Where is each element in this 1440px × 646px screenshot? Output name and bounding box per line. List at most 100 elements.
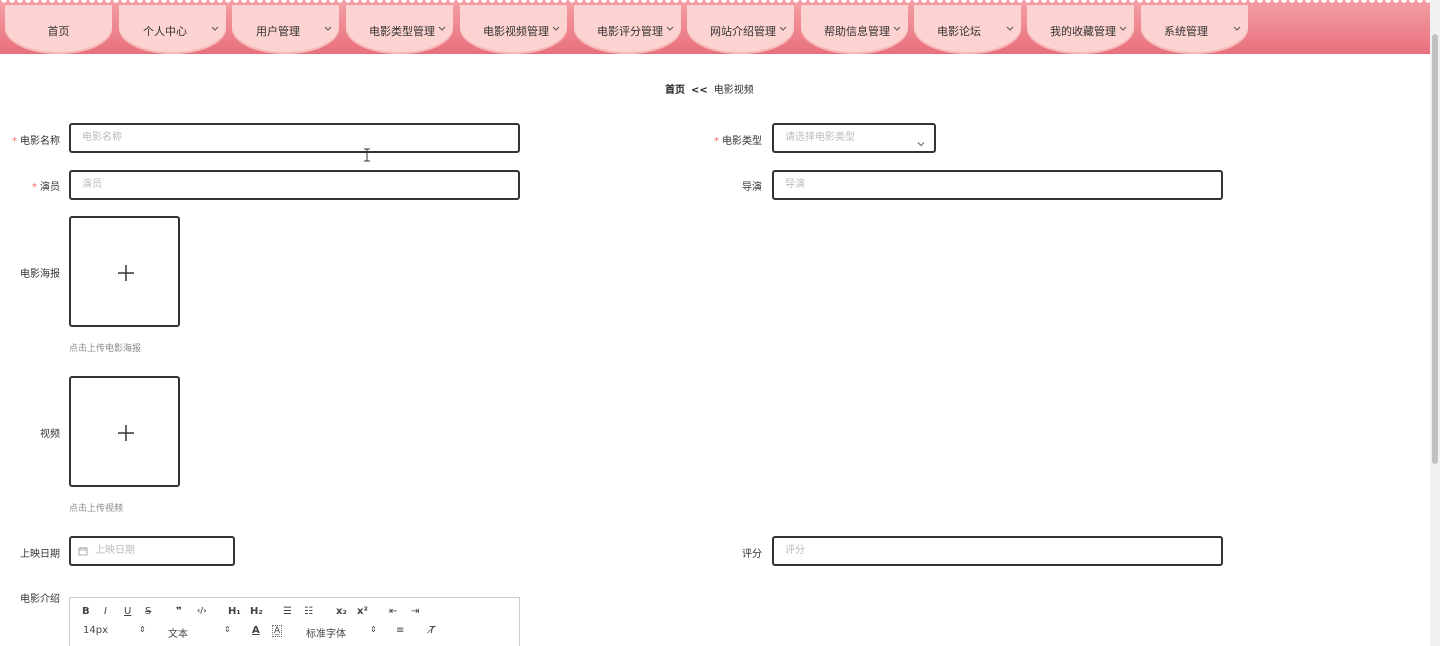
top-nav: 首页 个人中心 用户管理 电影类型管理 电影视频管理 电影评分管理 网站介绍管理 — [0, 0, 1430, 54]
required-mark: * — [32, 182, 37, 193]
plus-icon — [118, 425, 134, 441]
align-icon[interactable]: ≡ — [396, 625, 404, 636]
release-date-label-text: 上映日期 — [20, 549, 60, 560]
nav-item-user-management[interactable]: 用户管理 — [232, 5, 339, 54]
intro-label: 电影介绍 — [20, 590, 60, 605]
text-format-value: 文本 — [168, 629, 188, 640]
release-date-label: 上映日期 — [20, 545, 60, 560]
nav-item-movie-video-management[interactable]: 电影视频管理 — [460, 5, 567, 54]
movie-name-label: * 电影名称 — [12, 132, 60, 147]
release-date-picker[interactable]: 上映日期 — [69, 536, 235, 566]
movie-name-placeholder: 电影名称 — [82, 132, 122, 143]
rich-text-editor[interactable]: B I U S ❞ ‹/› H₁ H₂ ☰ ☷ x₂ x² ⇤ ⇥ 14px ⇕… — [69, 597, 520, 646]
actors-input[interactable]: 演员 — [69, 170, 520, 200]
actors-label-text: 演员 — [40, 182, 60, 193]
nav-item-help-info-management[interactable]: 帮助信息管理 — [801, 5, 908, 54]
chevron-down-icon — [1005, 23, 1015, 33]
required-mark: * — [12, 136, 17, 147]
movie-type-label-text: 电影类型 — [722, 136, 762, 147]
font-family-select[interactable]: 标准字体 ⇕ — [306, 625, 380, 640]
score-placeholder: 评分 — [785, 545, 805, 556]
poster-upload-tip: 点击上传电影海报 — [69, 344, 142, 354]
page-scrollbar[interactable] — [1430, 0, 1440, 646]
nav-item-favorites-management[interactable]: 我的收藏管理 — [1027, 5, 1134, 54]
outdent-icon[interactable]: ⇤ — [389, 606, 397, 617]
nav-item-label: 首页 — [47, 25, 70, 38]
heading-1-icon[interactable]: H₁ — [228, 606, 241, 617]
heading-2-icon[interactable]: H₂ — [250, 606, 263, 617]
font-color-icon[interactable]: A — [252, 625, 260, 636]
score-label: 评分 — [742, 545, 762, 560]
movie-type-select[interactable]: 请选择电影类型 — [772, 123, 936, 153]
video-upload-tip: 点击上传视频 — [69, 504, 124, 514]
up-down-icon: ⇕ — [370, 625, 377, 634]
blockquote-icon[interactable]: ❞ — [176, 606, 182, 617]
movie-name-label-text: 电影名称 — [20, 136, 60, 147]
page: 首页 个人中心 用户管理 电影类型管理 电影视频管理 电影评分管理 网站介绍管理 — [0, 0, 1440, 646]
chevron-down-icon — [916, 134, 926, 147]
video-label: 视频 — [40, 425, 60, 440]
score-input[interactable]: 评分 — [772, 536, 1223, 566]
score-label-text: 评分 — [742, 549, 762, 560]
chevron-down-icon — [1118, 23, 1128, 33]
chevron-down-icon — [778, 23, 788, 33]
font-size-select[interactable]: 14px ⇕ — [83, 625, 147, 636]
chevron-down-icon — [1232, 23, 1242, 33]
chevron-down-icon — [210, 23, 220, 33]
font-family-value: 标准字体 — [306, 629, 346, 640]
release-date-placeholder: 上映日期 — [95, 545, 135, 556]
video-upload-box[interactable] — [69, 376, 180, 487]
chevron-down-icon — [551, 23, 561, 33]
superscript-icon[interactable]: x² — [357, 606, 368, 617]
director-input[interactable]: 导演 — [772, 170, 1223, 200]
poster-label: 电影海报 — [20, 265, 60, 280]
text-cursor-icon — [364, 148, 370, 162]
nav-item-system-management[interactable]: 系统管理 — [1141, 5, 1248, 54]
italic-icon[interactable]: I — [104, 606, 107, 617]
scrollbar-thumb[interactable] — [1432, 34, 1438, 464]
nav-item-home[interactable]: 首页 — [5, 5, 112, 54]
movie-name-input[interactable]: 电影名称 — [69, 123, 520, 153]
clear-format-icon[interactable]: T̸ — [429, 625, 435, 636]
nav-item-movie-rating-management[interactable]: 电影评分管理 — [574, 5, 681, 54]
ordered-list-icon[interactable]: ☰ — [283, 606, 292, 617]
breadcrumb-home[interactable]: 首页 — [665, 85, 685, 96]
nav-item-movie-forum[interactable]: 电影论坛 — [914, 5, 1021, 54]
video-label-text: 视频 — [40, 429, 60, 440]
poster-label-text: 电影海报 — [20, 269, 60, 280]
plus-icon — [118, 265, 134, 281]
breadcrumb: 首页 << 电影视频 — [665, 81, 754, 96]
actors-label: * 演员 — [32, 178, 60, 193]
calendar-icon — [78, 547, 88, 556]
nav-item-site-intro-management[interactable]: 网站介绍管理 — [687, 5, 794, 54]
director-placeholder: 导演 — [785, 179, 805, 190]
subscript-icon[interactable]: x₂ — [336, 606, 347, 617]
strikethrough-icon[interactable]: S — [145, 606, 151, 617]
text-format-select[interactable]: 文本 ⇕ — [168, 625, 232, 640]
nav-item-movie-type-management[interactable]: 电影类型管理 — [346, 5, 453, 54]
intro-label-text: 电影介绍 — [20, 594, 60, 605]
chevron-down-icon — [437, 23, 447, 33]
chevron-down-icon — [892, 23, 902, 33]
director-label: 导演 — [742, 178, 762, 193]
movie-type-placeholder: 请选择电影类型 — [785, 132, 855, 143]
up-down-icon: ⇕ — [224, 625, 231, 634]
chevron-down-icon — [665, 23, 675, 33]
breadcrumb-current: 电影视频 — [713, 85, 754, 96]
chevron-down-icon — [323, 23, 333, 33]
up-down-icon: ⇕ — [139, 625, 146, 634]
nav-item-label: 系统管理 — [1164, 25, 1208, 38]
poster-upload-box[interactable] — [69, 216, 180, 327]
director-label-text: 导演 — [742, 182, 762, 193]
breadcrumb-separator: << — [691, 85, 708, 96]
nav-item-personal-center[interactable]: 个人中心 — [119, 5, 226, 54]
code-block-icon[interactable]: ‹/› — [197, 606, 207, 615]
background-color-icon[interactable]: A̲ — [272, 625, 283, 637]
bullet-list-icon[interactable]: ☷ — [304, 606, 313, 617]
underline-icon[interactable]: U — [124, 606, 131, 617]
bold-icon[interactable]: B — [82, 606, 90, 617]
required-mark: * — [714, 136, 719, 147]
font-size-value: 14px — [83, 625, 108, 636]
indent-icon[interactable]: ⇥ — [411, 606, 419, 617]
actors-placeholder: 演员 — [82, 179, 102, 190]
